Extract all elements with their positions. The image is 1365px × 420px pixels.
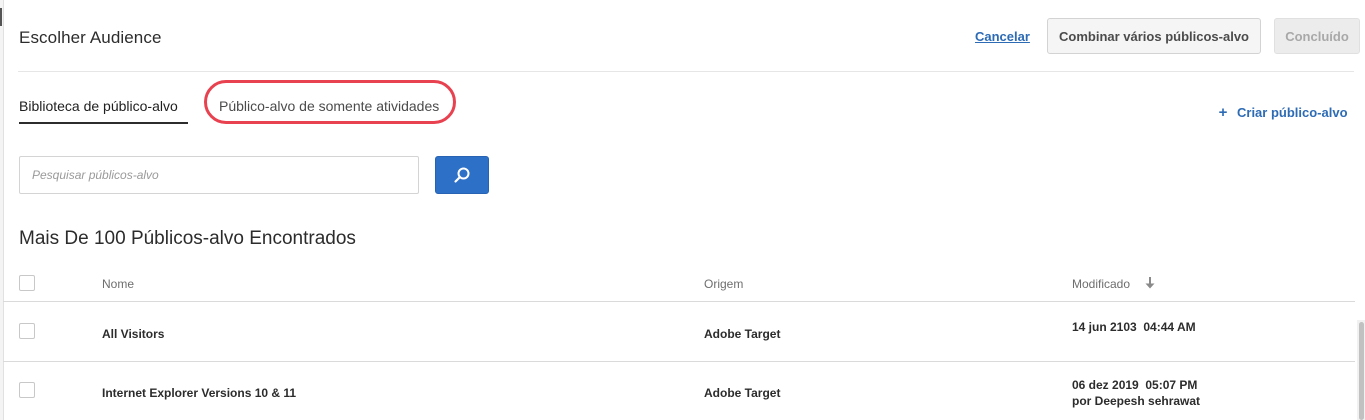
plus-icon: + bbox=[1218, 104, 1228, 121]
create-audience-link[interactable]: + Criar público-alvo bbox=[1215, 104, 1348, 121]
row-checkbox[interactable] bbox=[19, 382, 35, 398]
search-icon bbox=[454, 167, 470, 183]
arrow-down-icon[interactable] bbox=[1144, 276, 1156, 290]
row-modified-date: 06 dez 2019 05:07 PM bbox=[1072, 378, 1198, 392]
tab-audience-library[interactable]: Biblioteca de público-alvo bbox=[19, 98, 178, 114]
column-header-modified[interactable]: Modificado bbox=[1072, 277, 1130, 291]
search-input[interactable] bbox=[19, 156, 419, 194]
choose-audience-dialog: Escolher Audience Cancelar Combinar vári… bbox=[0, 0, 1365, 420]
header-divider bbox=[18, 71, 1354, 72]
column-header-name[interactable]: Nome bbox=[102, 277, 134, 291]
row-modified-by: por Deepesh sehrawat bbox=[1072, 394, 1201, 408]
left-edge-marker bbox=[0, 8, 2, 26]
create-audience-label: Criar público-alvo bbox=[1237, 105, 1348, 120]
row-checkbox[interactable] bbox=[19, 323, 35, 339]
done-button[interactable]: Concluído bbox=[1274, 18, 1360, 54]
tab-activity-only-audiences[interactable]: Público-alvo de somente atividades bbox=[219, 98, 439, 114]
vertical-scrollbar-thumb[interactable] bbox=[1359, 322, 1364, 420]
active-tab-indicator bbox=[19, 122, 188, 124]
results-count-heading: Mais De 100 Públicos-alvo Encontrados bbox=[19, 228, 356, 249]
row-name[interactable]: All Visitors bbox=[102, 327, 164, 341]
row-modified-date: 14 jun 2103 04:44 AM bbox=[1072, 320, 1196, 334]
row-origin: Adobe Target bbox=[704, 386, 781, 400]
row-origin: Adobe Target bbox=[704, 327, 781, 341]
cancel-link[interactable]: Cancelar bbox=[975, 29, 1030, 44]
table-header-divider bbox=[3, 301, 1355, 302]
row-name[interactable]: Internet Explorer Versions 10 & 11 bbox=[102, 386, 296, 400]
left-panel-edge bbox=[0, 0, 4, 420]
search-button[interactable] bbox=[435, 156, 489, 194]
combine-audiences-button[interactable]: Combinar vários públicos-alvo bbox=[1047, 18, 1261, 54]
select-all-checkbox[interactable] bbox=[19, 275, 35, 291]
dialog-title: Escolher Audience bbox=[19, 28, 162, 47]
row-divider bbox=[3, 361, 1355, 362]
column-header-origin[interactable]: Origem bbox=[704, 277, 743, 291]
